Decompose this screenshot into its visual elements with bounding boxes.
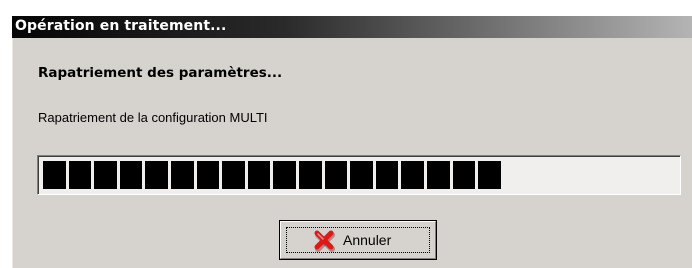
cancel-button[interactable]: Annuler [279, 220, 437, 260]
progress-block [298, 161, 322, 189]
progress-dialog: Opération en traitement... Rapatriement … [12, 16, 692, 268]
progress-block [426, 161, 450, 189]
progress-block [94, 161, 117, 189]
progress-block [119, 161, 143, 189]
progress-block [273, 161, 296, 189]
progress-block [170, 161, 194, 189]
progress-block [375, 161, 399, 189]
progress-block [43, 161, 66, 189]
progress-block [68, 161, 92, 189]
window-title: Opération en traitement... [15, 18, 227, 34]
progress-block [196, 161, 220, 189]
progress-block [324, 161, 348, 189]
progress-block [452, 161, 476, 189]
progress-bar [37, 155, 681, 195]
progress-block [247, 161, 271, 189]
operation-heading: Rapatriement des paramètres... [38, 65, 283, 81]
progress-block [401, 161, 424, 189]
cancel-button-label: Annuler [343, 232, 392, 248]
red-x-icon [314, 230, 336, 252]
progress-block [350, 161, 373, 189]
progress-block [478, 161, 501, 189]
progress-fill [43, 161, 501, 189]
title-bar[interactable]: Opération en traitement... [12, 16, 692, 38]
status-message: Rapatriement de la configuration MULTI [38, 110, 268, 125]
progress-block [145, 161, 168, 189]
progress-block [222, 161, 245, 189]
